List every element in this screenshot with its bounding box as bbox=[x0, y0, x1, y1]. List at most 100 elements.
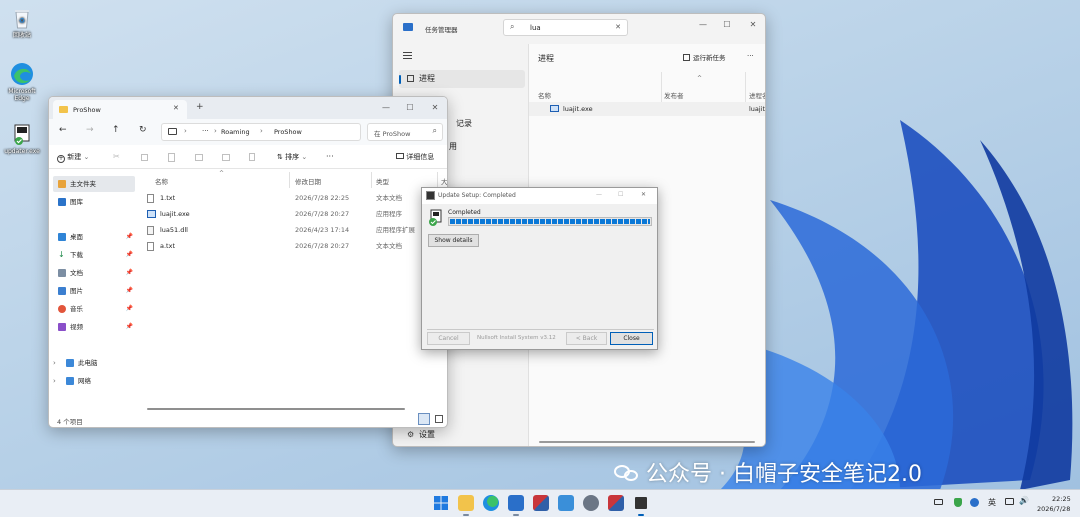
column-header-publisher[interactable]: 发布者 bbox=[664, 90, 684, 100]
horizontal-scrollbar[interactable] bbox=[147, 408, 405, 410]
minimize-button[interactable]: — bbox=[374, 97, 398, 119]
clock-date[interactable]: 2026/7/28 bbox=[1037, 505, 1070, 513]
process-image-name: luajit.exe bbox=[749, 105, 766, 113]
back-icon[interactable]: ← bbox=[59, 125, 67, 135]
cut-icon[interactable]: ✂ bbox=[113, 152, 120, 161]
volume-icon[interactable]: 🔊 bbox=[1019, 496, 1029, 505]
recycle-bin-icon: ♻ bbox=[10, 6, 34, 30]
clear-search-icon[interactable]: ✕ bbox=[615, 23, 621, 31]
search-input-value[interactable]: lua bbox=[530, 24, 541, 32]
maximize-button[interactable]: ☐ bbox=[398, 97, 422, 119]
sidebar-item-processes[interactable]: 进程 bbox=[399, 70, 525, 88]
sort-icon: ⇅ bbox=[277, 153, 283, 161]
file-name: 1.txt bbox=[160, 194, 176, 202]
copy-icon[interactable] bbox=[141, 154, 148, 161]
up-icon[interactable]: ↑ bbox=[112, 125, 120, 135]
table-row[interactable]: luajit.exe luajit.exe bbox=[529, 102, 766, 116]
file-type: 应用程序 bbox=[376, 210, 402, 218]
notepad-taskbar-icon[interactable] bbox=[558, 495, 574, 511]
minimize-button[interactable]: — bbox=[596, 191, 602, 198]
settings-taskbar-icon[interactable] bbox=[583, 495, 599, 511]
item-count: 4 个项目 bbox=[57, 418, 83, 426]
tab-proshow[interactable]: ProShow ✕ bbox=[53, 100, 187, 119]
hamburger-icon[interactable] bbox=[403, 52, 412, 59]
desktop-icon-edge[interactable]: Microsoft Edge bbox=[2, 62, 42, 102]
desktop-icon-recycle-bin[interactable]: ♻ 回收站 bbox=[2, 6, 42, 39]
desktop-icon-label: Microsoft Edge bbox=[8, 88, 36, 102]
new-tab-button[interactable]: + bbox=[196, 102, 204, 112]
close-button[interactable]: ✕ bbox=[741, 14, 765, 36]
file-list: 名称 ^ 修改日期 类型 大 1.txt 2026/7/28 22:25 文本文… bbox=[49, 170, 447, 410]
file-name: lua51.dll bbox=[160, 226, 188, 234]
column-header-date[interactable]: 修改日期 bbox=[295, 176, 321, 186]
breadcrumb-proshow[interactable]: ProShow bbox=[274, 128, 302, 136]
processes-icon bbox=[407, 75, 414, 82]
new-button[interactable]: + 新建 ⌄ bbox=[57, 147, 89, 167]
file-explorer-window: ProShow ✕ + — ☐ ✕ ← → ↑ ↻ › ··· › Roamin… bbox=[48, 96, 448, 428]
maximize-button[interactable]: ☐ bbox=[618, 191, 623, 198]
copilot-icon[interactable] bbox=[970, 498, 979, 507]
run-new-task-button[interactable]: 运行新任务 bbox=[683, 52, 726, 62]
network-icon[interactable] bbox=[1005, 498, 1014, 505]
sort-button[interactable]: ⇅ 排序 ⌄ bbox=[277, 147, 307, 167]
table-row[interactable]: a.txt 2026/7/28 20:27 文本文档 bbox=[147, 238, 447, 254]
task-manager-taskbar-icon[interactable] bbox=[508, 495, 524, 511]
sidebar-item-settings[interactable]: ⚙ 设置 bbox=[399, 426, 525, 444]
table-row[interactable]: lua51.dll 2026/4/23 17:14 应用程序扩展 bbox=[147, 222, 447, 238]
app-taskbar-icon[interactable] bbox=[533, 495, 549, 511]
watermark-text: 公众号 · 白帽子安全笔记2.0 bbox=[646, 462, 922, 487]
installer-icon bbox=[10, 122, 34, 146]
desktop-icon-updater[interactable]: updater.exe bbox=[2, 122, 42, 155]
close-tab-icon[interactable]: ✕ bbox=[173, 104, 179, 112]
column-header-process-name[interactable]: 进程名 bbox=[749, 90, 765, 100]
details-pane-button[interactable]: 详细信息 bbox=[396, 147, 434, 167]
keyboard-icon[interactable] bbox=[934, 499, 943, 505]
edge-taskbar-icon[interactable] bbox=[483, 495, 499, 511]
page-title: 进程 bbox=[538, 54, 554, 63]
more-options-button[interactable]: ··· bbox=[326, 147, 334, 167]
breadcrumb-roaming[interactable]: Roaming bbox=[221, 128, 250, 136]
task-manager-app-icon bbox=[403, 23, 413, 31]
file-explorer-taskbar-icon[interactable] bbox=[458, 495, 474, 511]
address-box[interactable]: › ··· › Roaming › ProShow bbox=[161, 123, 361, 141]
folder-search-box[interactable]: 在 ProShow ⌕ bbox=[367, 123, 443, 141]
delete-icon[interactable] bbox=[249, 153, 255, 161]
close-dialog-button[interactable]: Close bbox=[610, 332, 653, 345]
close-button[interactable]: ✕ bbox=[423, 97, 447, 119]
column-header-size[interactable]: 大 bbox=[441, 176, 447, 186]
column-header-name[interactable]: 名称 bbox=[538, 90, 551, 100]
security-icon[interactable] bbox=[954, 498, 962, 507]
rename-icon[interactable] bbox=[195, 154, 203, 161]
column-header-type[interactable]: 类型 bbox=[376, 176, 389, 186]
installer-taskbar-icon[interactable] bbox=[633, 495, 649, 511]
cancel-button: Cancel bbox=[427, 332, 470, 345]
start-icon[interactable] bbox=[433, 495, 449, 511]
maximize-button[interactable]: ☐ bbox=[715, 14, 739, 36]
table-row[interactable]: 1.txt 2026/7/28 22:25 文本文档 bbox=[147, 190, 447, 206]
forward-icon[interactable]: → bbox=[86, 125, 94, 135]
share-icon[interactable] bbox=[222, 154, 230, 161]
file-name: luajit.exe bbox=[160, 210, 190, 218]
ime-indicator[interactable]: 英 bbox=[988, 497, 996, 508]
breadcrumb-overflow[interactable]: ··· bbox=[202, 127, 209, 135]
file-type: 文本文档 bbox=[376, 242, 402, 250]
refresh-icon[interactable]: ↻ bbox=[139, 125, 147, 135]
column-header-name[interactable]: 名称 bbox=[155, 176, 168, 186]
sidebar-item-label: 用 bbox=[449, 142, 457, 151]
more-options-button[interactable]: ··· bbox=[747, 52, 754, 60]
table-row[interactable]: luajit.exe 2026/7/28 20:27 应用程序 bbox=[147, 206, 447, 222]
close-button[interactable]: ✕ bbox=[641, 191, 646, 198]
plus-icon: + bbox=[57, 155, 65, 163]
file-date: 2026/7/28 20:27 bbox=[295, 242, 350, 250]
process-search-box[interactable]: ⌕ lua ✕ bbox=[503, 19, 628, 36]
clock-time[interactable]: 22:25 bbox=[1052, 495, 1071, 503]
minimize-button[interactable]: — bbox=[691, 14, 715, 36]
desktop-icon-label: 回收站 bbox=[12, 32, 31, 39]
footer-separator bbox=[427, 329, 654, 330]
tiles-view-icon[interactable] bbox=[435, 415, 443, 423]
horizontal-scrollbar[interactable] bbox=[539, 441, 755, 443]
show-details-button[interactable]: Show details bbox=[428, 234, 479, 247]
paste-icon[interactable] bbox=[168, 153, 175, 162]
details-view-icon[interactable] bbox=[418, 413, 430, 425]
app-taskbar-icon[interactable] bbox=[608, 495, 624, 511]
